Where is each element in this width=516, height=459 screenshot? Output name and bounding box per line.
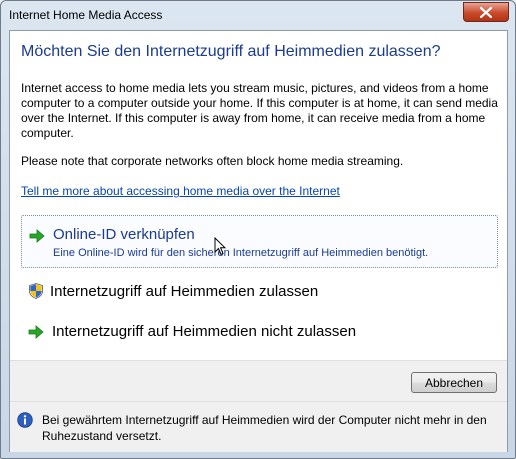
option-description: Eine Online-ID wird für den sicheren Int… xyxy=(53,247,429,259)
link-online-id-option[interactable]: Online-ID verknüpfen Eine Online-ID wird… xyxy=(21,215,498,268)
close-icon xyxy=(480,6,492,18)
dialog-footer: Abbrechen Bei gewährtem Internetzugriff … xyxy=(10,360,507,452)
uac-shield-icon xyxy=(29,283,43,299)
option-title: Internetzugriff auf Heimmedien zulassen xyxy=(50,283,319,300)
window-title: Internet Home Media Access xyxy=(9,8,163,22)
option-title: Internetzugriff auf Heimmedien nicht zul… xyxy=(52,323,357,340)
footnote-text: Bei gewährtem Internetzugriff auf Heimme… xyxy=(42,413,487,443)
close-button[interactable] xyxy=(463,2,509,22)
title-bar[interactable]: Internet Home Media Access xyxy=(1,1,515,29)
note-text: Please note that corporate networks ofte… xyxy=(21,154,404,168)
cancel-button[interactable]: Abbrechen xyxy=(411,372,497,393)
mouse-cursor-icon xyxy=(214,237,226,256)
option-title: Online-ID verknüpfen xyxy=(53,226,195,243)
dialog-content: Möchten Sie den Internetzugriff auf Heim… xyxy=(9,30,508,452)
deny-access-option[interactable]: Internetzugriff auf Heimmedien nicht zul… xyxy=(21,319,496,345)
green-arrow-icon xyxy=(28,325,44,339)
info-icon xyxy=(17,412,33,428)
main-instruction: Möchten Sie den Internetzugriff auf Heim… xyxy=(21,43,441,60)
dialog-window: Internet Home Media Access Möchten Sie d… xyxy=(0,0,516,459)
allow-access-option[interactable]: Internetzugriff auf Heimmedien zulassen xyxy=(21,279,496,305)
description-text: Internet access to home media lets you s… xyxy=(21,81,498,140)
help-link[interactable]: Tell me more about accessing home media … xyxy=(21,184,340,198)
footer-divider xyxy=(10,401,507,402)
green-arrow-icon xyxy=(29,229,45,243)
